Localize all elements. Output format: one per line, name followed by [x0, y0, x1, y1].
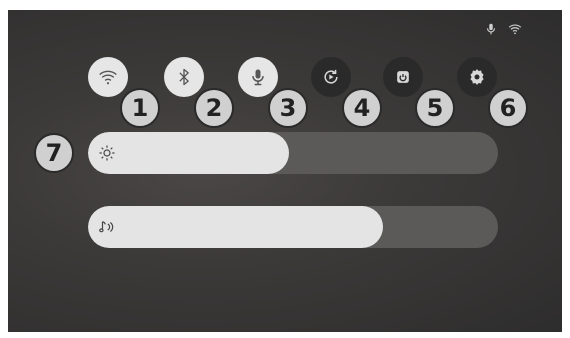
callout-badge-1: 1 [120, 88, 160, 128]
brightness-slider[interactable] [88, 132, 498, 174]
bluetooth-toggle-button[interactable] [164, 57, 204, 97]
music-note-icon [99, 221, 114, 233]
callout-badge-5: 5 [415, 88, 455, 128]
callout-badge-2: 2 [194, 88, 234, 128]
microphone-icon [252, 69, 264, 86]
settings-button[interactable] [457, 57, 497, 97]
callout-badge-4: 4 [342, 88, 382, 128]
wifi-icon [99, 70, 117, 85]
volume-slider[interactable] [88, 206, 498, 248]
bluetooth-icon [179, 68, 189, 86]
gear-icon [470, 69, 484, 85]
sun-icon [99, 145, 115, 161]
auto-rotate-toggle-button[interactable] [311, 57, 351, 97]
rotate-play-icon [324, 69, 338, 84]
brightness-slider-fill[interactable] [88, 132, 289, 174]
status-bar [484, 22, 522, 36]
callout-badge-3: 3 [268, 88, 308, 128]
power-icon [397, 71, 409, 83]
wifi-icon [508, 24, 522, 35]
quick-settings-panel: 1 2 3 4 5 6 7 [8, 10, 562, 332]
callout-badge-6: 6 [488, 88, 528, 128]
wifi-toggle-button[interactable] [88, 57, 128, 97]
microphone-icon [486, 23, 496, 35]
power-button[interactable] [383, 57, 423, 97]
callout-badge-7: 7 [34, 133, 74, 173]
microphone-toggle-button[interactable] [238, 57, 278, 97]
volume-slider-fill[interactable] [88, 206, 384, 248]
